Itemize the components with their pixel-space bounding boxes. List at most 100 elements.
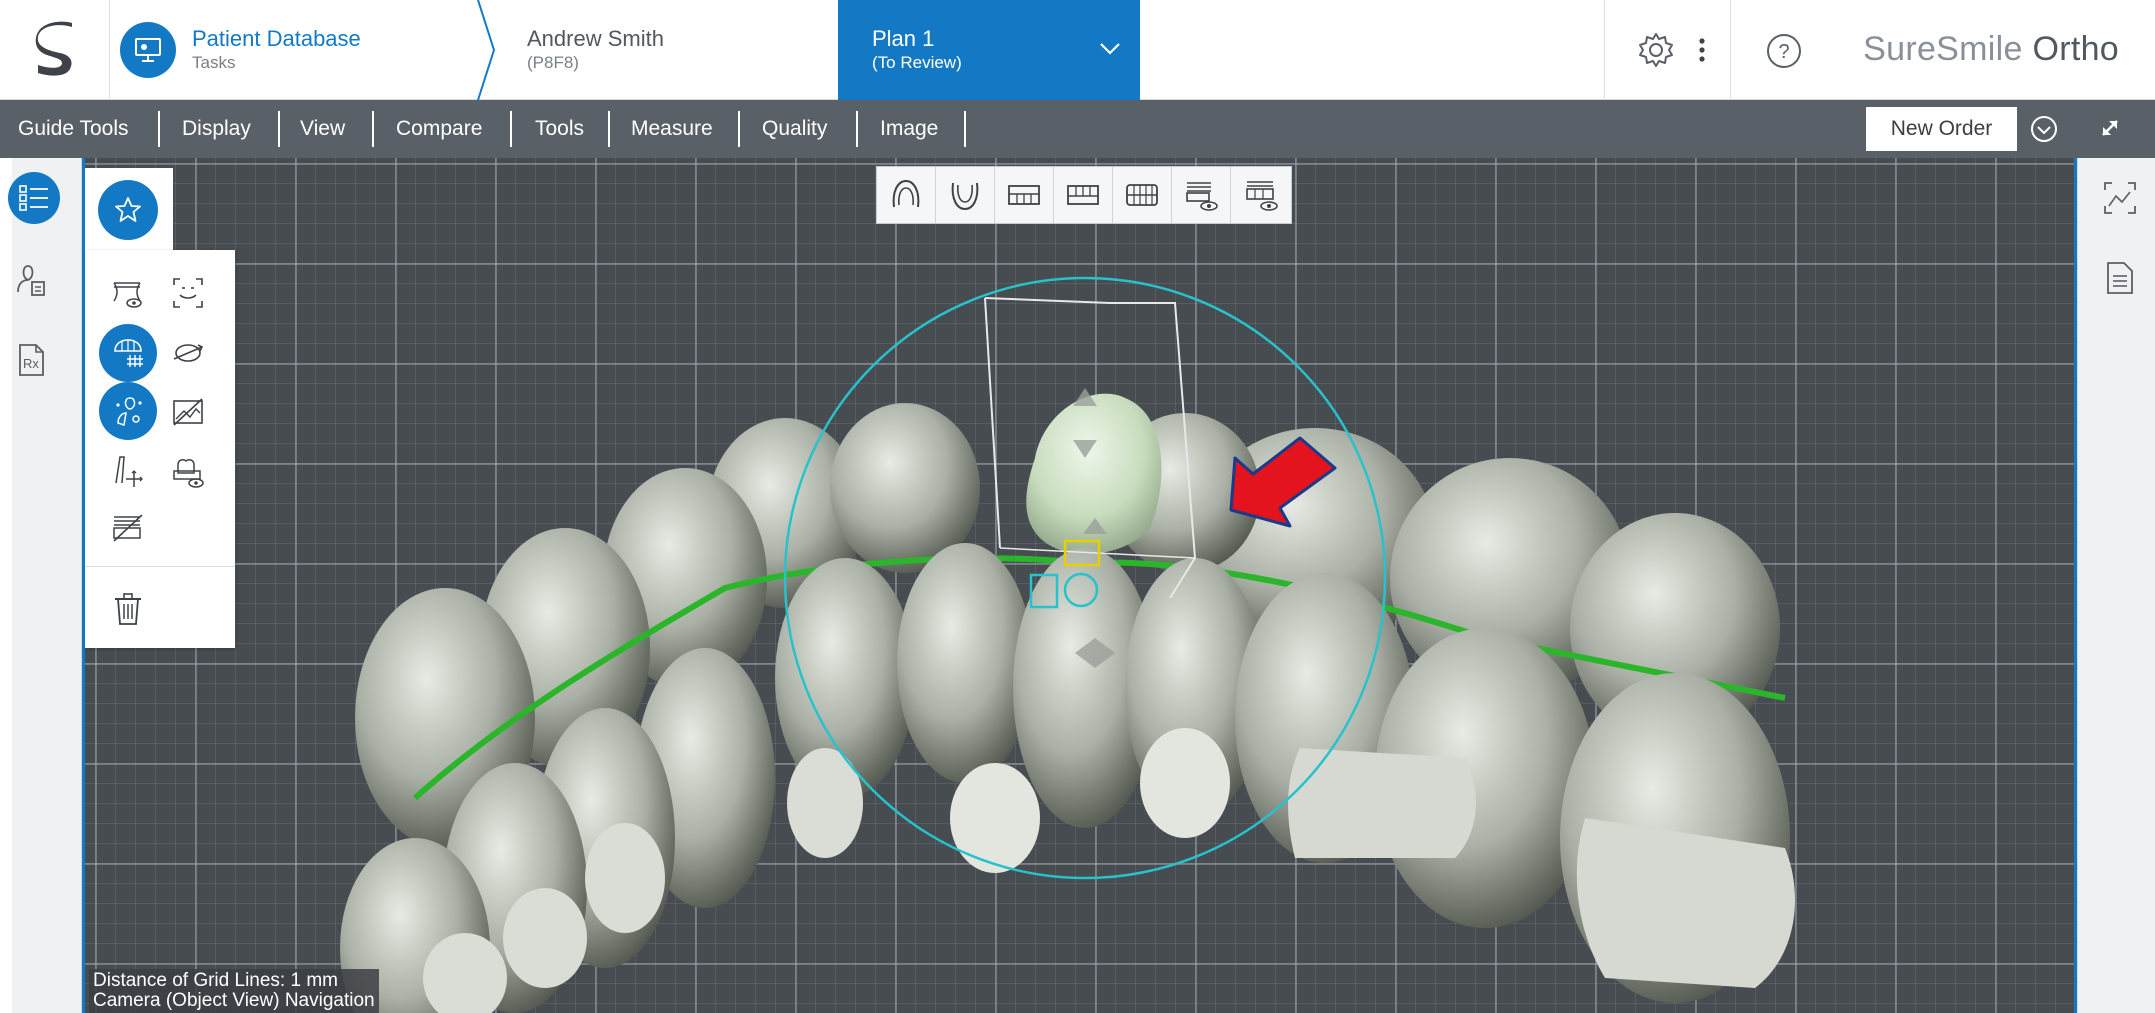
- tool-rotate-axis[interactable]: [159, 324, 217, 382]
- expand-icon[interactable]: [2095, 113, 2125, 143]
- tool-gum-view[interactable]: [99, 264, 157, 322]
- favorites-button[interactable]: [98, 180, 158, 240]
- breadcrumb-plan-subtitle: (To Review): [872, 53, 962, 72]
- model-visibility-icon: [173, 459, 204, 488]
- tool-ruler-move[interactable]: [99, 442, 157, 500]
- lower-front-view-button[interactable]: [1054, 167, 1113, 223]
- task-list-icon: [8, 172, 60, 224]
- screenshot-icon[interactable]: [2102, 180, 2138, 216]
- upper-front-view-button[interactable]: [995, 167, 1054, 223]
- app-logo[interactable]: [0, 0, 110, 100]
- tooth-move-icon: [116, 397, 142, 426]
- menu-quality[interactable]: Quality: [762, 100, 827, 158]
- patient-database-icon: [120, 22, 176, 78]
- navigation-mode-label: Camera (Object View) Navigation: [93, 990, 375, 1011]
- gum-view-icon: [113, 282, 142, 308]
- menu-separator: [608, 111, 610, 147]
- breadcrumb-patient-database[interactable]: Patient Database Tasks: [110, 0, 480, 100]
- left-rail: Rx: [8, 158, 82, 1013]
- hide-gum-icon: [113, 514, 143, 542]
- trash-icon: [115, 593, 141, 625]
- lower-arch-view-button[interactable]: [936, 167, 995, 223]
- palette-divider: [85, 566, 235, 567]
- breadcrumb-patient-subtitle: Tasks: [192, 53, 236, 72]
- gear-icon[interactable]: [1636, 30, 1676, 70]
- grid-overlay-icon: [114, 339, 143, 367]
- tool-model-visibility[interactable]: [159, 442, 217, 500]
- tool-face-scan[interactable]: [159, 264, 217, 322]
- menu-separator: [856, 111, 858, 147]
- breadcrumb-patient-case[interactable]: Andrew Smith (P8F8): [482, 0, 837, 100]
- tool-delete[interactable]: [99, 580, 157, 638]
- menu-display[interactable]: Display: [182, 100, 251, 158]
- svg-text:?: ?: [1778, 41, 1789, 63]
- menu-compare[interactable]: Compare: [396, 100, 482, 158]
- rail-prescription-button[interactable]: Rx: [12, 330, 82, 390]
- new-order-button[interactable]: New Order: [1866, 107, 2017, 151]
- menu-view[interactable]: View: [300, 100, 345, 158]
- suresmile-logo-icon: [35, 21, 72, 76]
- rail-patient-info-button[interactable]: [12, 250, 82, 310]
- svg-text:Rx: Rx: [23, 356, 39, 371]
- favorites-tab: [85, 168, 173, 250]
- menu-separator: [158, 111, 160, 147]
- gum-visibility-button[interactable]: [1172, 167, 1231, 223]
- tool-palette: [85, 250, 235, 648]
- lower-front-view-icon: [1067, 185, 1099, 205]
- more-options-icon[interactable]: [1696, 36, 1708, 64]
- menu-measure[interactable]: Measure: [631, 100, 713, 158]
- lower-arch-occlusal-icon: [951, 182, 979, 211]
- breadcrumb-patient-title: Patient Database: [192, 26, 361, 51]
- menu-tools[interactable]: Tools: [535, 100, 584, 158]
- dropdown-circle-icon[interactable]: [2028, 113, 2060, 145]
- both-arches-view-button[interactable]: [1113, 167, 1172, 223]
- viewport-info-overlay: Distance of Grid Lines: 1 mm Camera (Obj…: [89, 969, 379, 1013]
- upper-front-view-icon: [1008, 185, 1040, 205]
- both-arches-front-icon: [1126, 184, 1158, 206]
- header-divider: [1730, 0, 1731, 100]
- brand-name: SureSmile Ortho: [1863, 30, 2119, 69]
- tool-grid-overlay[interactable]: [99, 324, 157, 382]
- breadcrumb-case-subtitle: (P8F8): [527, 53, 579, 72]
- menu-bar: Guide Tools Display View Compare Tools M…: [0, 100, 2155, 158]
- help-icon[interactable]: ?: [1766, 33, 1802, 69]
- menu-guide-tools[interactable]: Guide Tools: [18, 100, 129, 158]
- chevron-down-icon[interactable]: [1096, 34, 1124, 62]
- ruler-move-icon: [115, 456, 143, 487]
- menu-separator: [372, 111, 374, 147]
- tool-image-hide[interactable]: [159, 382, 217, 440]
- report-icon[interactable]: [2104, 260, 2136, 296]
- teeth-visibility-icon: [1245, 181, 1278, 211]
- menu-separator: [738, 111, 740, 147]
- tooth-model[interactable]: [897, 543, 1033, 783]
- brand-bold: Ortho: [2032, 30, 2119, 68]
- brand-light: SureSmile: [1863, 30, 2023, 68]
- top-header: Patient Database Tasks Andrew Smith (P8F…: [0, 0, 2155, 100]
- tool-tooth-move[interactable]: [99, 382, 157, 440]
- gum-visibility-icon: [1186, 182, 1218, 211]
- upper-arch-occlusal-icon: [892, 179, 920, 208]
- prescription-icon: Rx: [19, 344, 44, 376]
- menu-image[interactable]: Image: [880, 100, 938, 158]
- rotate-axis-icon: [173, 344, 204, 362]
- upper-arch-view-button[interactable]: [877, 167, 936, 223]
- menu-separator: [278, 111, 280, 147]
- breadcrumb-plan[interactable]: Plan 1 (To Review): [838, 0, 1140, 100]
- face-scan-icon: [173, 278, 203, 308]
- grid-distance-label: Distance of Grid Lines: 1 mm: [93, 970, 338, 991]
- star-icon: [115, 197, 141, 222]
- breadcrumb-case-title: Andrew Smith: [527, 26, 664, 51]
- teeth-visibility-button[interactable]: [1231, 167, 1290, 223]
- header-divider: [1604, 0, 1605, 100]
- dental-arch-model[interactable]: [85, 158, 2077, 1013]
- tool-hide-gum[interactable]: [99, 500, 157, 558]
- rail-task-list-button[interactable]: [8, 168, 82, 228]
- breadcrumb-plan-title: Plan 1: [872, 26, 935, 51]
- image-hide-icon: [173, 398, 203, 426]
- menu-separator: [964, 111, 966, 147]
- view-toolbar: [876, 166, 1292, 224]
- menu-separator: [510, 111, 512, 147]
- app-window: Patient Database Tasks Andrew Smith (P8F…: [0, 0, 2155, 1013]
- 3d-viewport[interactable]: Distance of Grid Lines: 1 mm Camera (Obj…: [82, 158, 2077, 1013]
- patient-info-icon: [17, 265, 45, 296]
